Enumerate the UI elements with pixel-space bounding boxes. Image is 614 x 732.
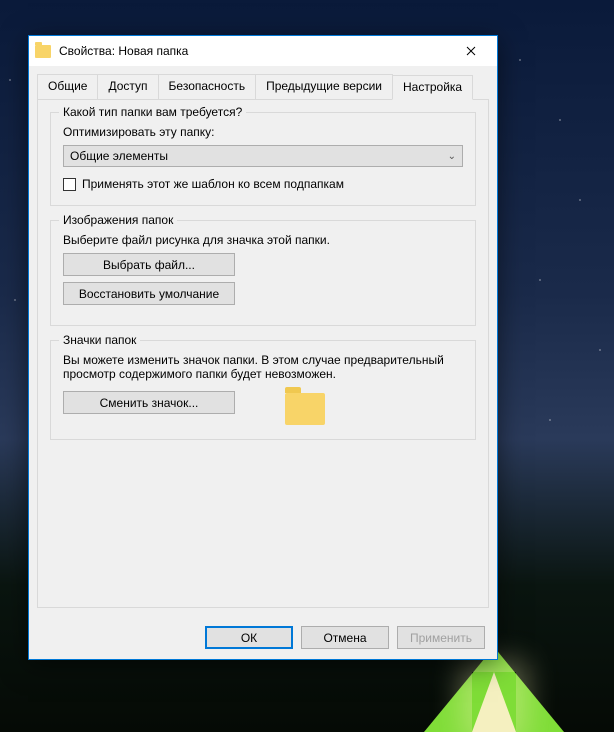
tab-general[interactable]: Общие [37, 74, 98, 99]
group-folder-icons-title: Значки папок [59, 333, 140, 347]
group-folder-type: Какой тип папки вам требуется? Оптимизир… [50, 112, 476, 206]
group-folder-type-title: Какой тип папки вам требуется? [59, 105, 246, 119]
folder-icon [35, 45, 51, 58]
dialog-footer: ОК Отмена Применить [29, 616, 497, 659]
tab-row: Общие Доступ Безопасность Предыдущие вер… [29, 66, 497, 99]
optimize-select-value: Общие элементы [70, 149, 168, 163]
titlebar: Свойства: Новая папка [29, 36, 497, 66]
properties-dialog: Свойства: Новая папка Общие Доступ Безоп… [28, 35, 498, 660]
apply-subfolders-label: Применять этот же шаблон ко всем подпапк… [82, 177, 344, 191]
folder-images-desc: Выберите файл рисунка для значка этой па… [63, 233, 463, 247]
close-icon [466, 46, 476, 56]
change-icon-button[interactable]: Сменить значок... [63, 391, 235, 414]
ok-button[interactable]: ОК [205, 626, 293, 649]
tab-content: Какой тип папки вам требуется? Оптимизир… [37, 99, 489, 608]
apply-subfolders-row: Применять этот же шаблон ко всем подпапк… [63, 177, 463, 191]
apply-button[interactable]: Применить [397, 626, 485, 649]
optimize-select[interactable]: Общие элементы ⌄ [63, 145, 463, 167]
close-button[interactable] [451, 37, 491, 65]
group-folder-images-title: Изображения папок [59, 213, 177, 227]
tab-customize[interactable]: Настройка [392, 75, 473, 100]
apply-subfolders-checkbox[interactable] [63, 178, 76, 191]
group-folder-images: Изображения папок Выберите файл рисунка … [50, 220, 476, 326]
folder-preview-icon [285, 393, 325, 425]
group-folder-icons: Значки папок Вы можете изменить значок п… [50, 340, 476, 440]
restore-default-button[interactable]: Восстановить умолчание [63, 282, 235, 305]
tab-security[interactable]: Безопасность [158, 74, 257, 99]
cancel-button[interactable]: Отмена [301, 626, 389, 649]
choose-file-button[interactable]: Выбрать файл... [63, 253, 235, 276]
folder-icons-desc: Вы можете изменить значок папки. В этом … [63, 353, 463, 381]
optimize-label: Оптимизировать эту папку: [63, 125, 463, 139]
tab-previous-versions[interactable]: Предыдущие версии [255, 74, 393, 99]
window-title: Свойства: Новая папка [59, 44, 451, 58]
tab-sharing[interactable]: Доступ [97, 74, 158, 99]
chevron-down-icon: ⌄ [448, 151, 456, 162]
